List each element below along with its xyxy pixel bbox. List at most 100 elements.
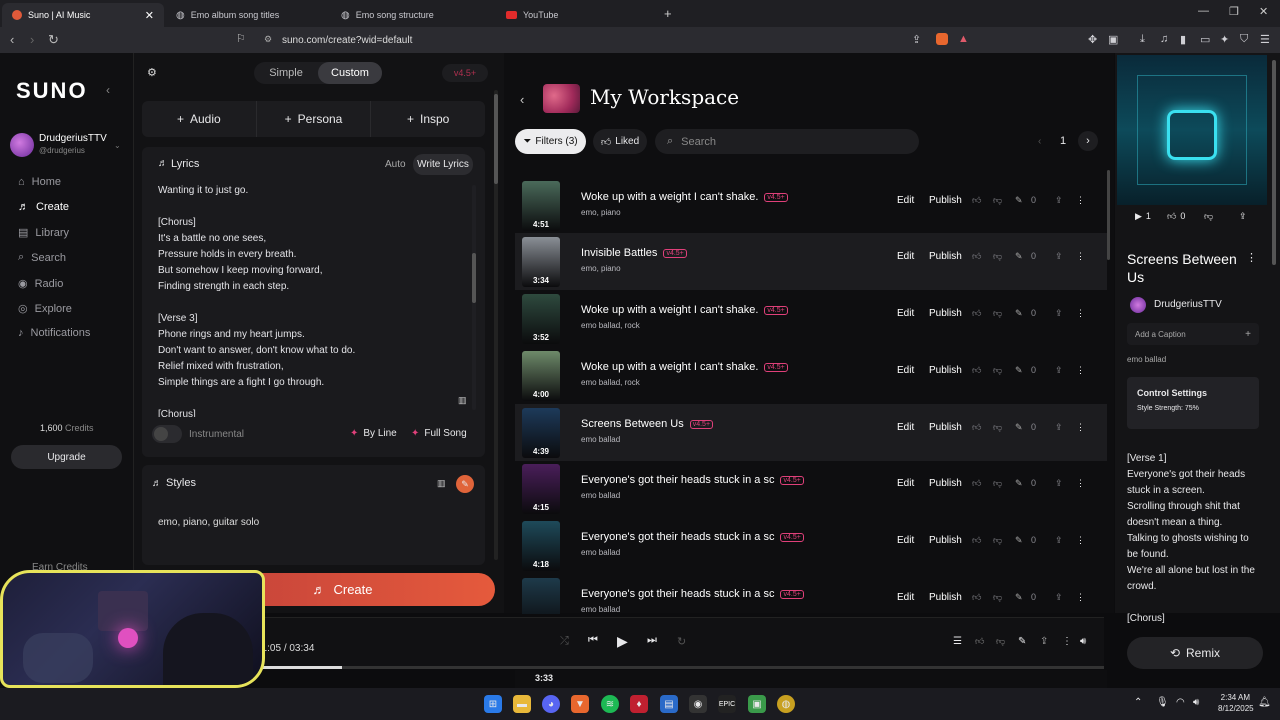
song-detail-tags[interactable]: emo ballad [1127, 355, 1166, 364]
scrollbar-thumb[interactable] [472, 253, 476, 303]
song-tags[interactable]: emo, piano [581, 264, 621, 273]
tray-expand-icon[interactable]: ⌃ [1134, 697, 1142, 708]
song-title[interactable]: Invisible Battles v4.5+ [581, 247, 687, 259]
url-field[interactable]: ⚙ suno.com/create?wid=default [256, 30, 976, 50]
upgrade-button[interactable]: Upgrade [11, 445, 122, 469]
nav-search[interactable]: ⌕ Search [18, 251, 66, 264]
song-tags[interactable]: emo ballad [581, 605, 620, 614]
thumbs-down-icon[interactable]: 👎︎ [996, 636, 1005, 647]
suno-logo[interactable]: SUNO [16, 78, 88, 104]
download-icon[interactable]: ⤓ [1140, 33, 1145, 46]
menu-icon[interactable]: ☰ [1260, 33, 1270, 46]
edit-button[interactable]: Edit [897, 365, 914, 376]
queue-icon[interactable]: ☰ [953, 636, 962, 647]
filters-button[interactable]: ⏷ Filters (3) [515, 129, 586, 154]
artist-name[interactable]: DrudgeriusTTV [1154, 299, 1222, 310]
nav-radio[interactable]: ◉ Radio [18, 277, 63, 291]
song-row[interactable]: 4:18 Everyone's got their heads stuck in … [515, 517, 1107, 574]
minimize-icon[interactable]: — [1198, 5, 1209, 17]
share-icon[interactable]: ⇪ [1055, 478, 1063, 489]
thumbs-down-icon[interactable]: 👎︎ [993, 308, 1002, 319]
next-page-icon[interactable]: › [1078, 131, 1098, 151]
collapse-sidebar-icon[interactable]: ‹ [106, 83, 110, 97]
discord-icon[interactable]: ◕ [542, 695, 560, 713]
prev-page-icon[interactable]: ‹ [1038, 136, 1041, 147]
mode-custom-button[interactable]: Custom [318, 62, 382, 84]
publish-button[interactable]: Publish [929, 308, 962, 319]
share-icon[interactable]: ⇪ [1055, 365, 1063, 376]
brave-icon[interactable]: ▼ [571, 695, 589, 713]
artist-avatar[interactable] [1130, 297, 1146, 313]
obs-icon[interactable]: ◉ [689, 695, 707, 713]
comment-icon[interactable]: ✎ [1015, 535, 1023, 546]
song-row[interactable]: 3:52 Woke up with a weight I can't shake.… [515, 290, 1107, 347]
forward-icon[interactable]: › [30, 32, 34, 47]
rewards-icon[interactable]: ▲ [958, 33, 969, 45]
volume-icon[interactable]: 🔊︎ [1080, 636, 1086, 647]
thumbs-down-icon[interactable]: 👎︎ [993, 535, 1002, 546]
leo-icon[interactable]: ✦ [1220, 33, 1229, 46]
share-icon[interactable]: ⇪ [1055, 195, 1063, 206]
tab-emo-structure[interactable]: ◍ Emo song structure [331, 3, 496, 27]
publish-button[interactable]: Publish [929, 251, 962, 262]
thumbs-down-icon[interactable]: 👎︎ [993, 592, 1002, 603]
nav-library[interactable]: ▤ Library [18, 226, 69, 240]
comment-icon[interactable]: ✎ [1015, 308, 1023, 319]
search-field[interactable]: ⌕ Search [655, 129, 919, 154]
play-icon[interactable]: ▶ [617, 633, 628, 650]
microphone-icon[interactable]: 🎙︎ [1156, 697, 1169, 708]
close-tab-icon[interactable]: ✕ [145, 9, 154, 22]
create-panel-scrollbar[interactable] [494, 90, 498, 560]
share-icon[interactable]: ⇪ [1040, 636, 1048, 647]
comment-icon[interactable]: ✎ [1015, 592, 1023, 603]
screenshot-icon[interactable]: ▣ [1108, 33, 1118, 46]
reload-icon[interactable]: ↻ [48, 32, 59, 48]
thumbs-up-icon[interactable]: 👍︎ [972, 535, 981, 546]
site-info-icon[interactable]: ⚙ [264, 34, 272, 45]
taskbar-clock[interactable]: 2:34 AM 8/12/2025 [1218, 693, 1254, 713]
thumbs-up-icon[interactable]: 👍︎ [972, 365, 981, 376]
thumbs-down-icon[interactable]: 👎︎ [993, 251, 1002, 262]
song-tags[interactable]: emo, piano [581, 208, 621, 217]
more-options-icon[interactable]: ⋮ [1076, 592, 1085, 603]
thumbs-up-icon[interactable]: 👍︎ [972, 308, 981, 319]
music-icon[interactable]: ♫ [1160, 33, 1168, 45]
model-version-select[interactable]: v4.5+ [442, 64, 488, 82]
publish-button[interactable]: Publish [929, 535, 962, 546]
share-icon[interactable]: ⇪ [1055, 422, 1063, 433]
more-options-icon[interactable]: ⋮ [1076, 365, 1085, 376]
song-tags[interactable]: emo ballad, rock [581, 321, 640, 330]
comment-icon[interactable]: ✎ [1015, 251, 1023, 262]
shuffle-icon[interactable]: ⤮ [560, 635, 569, 648]
next-track-icon[interactable]: ⏭ [647, 634, 657, 647]
song-title[interactable]: Everyone's got their heads stuck in a sc… [581, 588, 804, 600]
app-icon[interactable]: ♦ [630, 695, 648, 713]
sidebar-icon[interactable]: ▮ [1180, 33, 1186, 46]
add-persona-button[interactable]: + Persona [257, 101, 372, 137]
lyrics-textarea[interactable]: Wanting it to just go. [Chorus] It's a b… [158, 183, 463, 417]
song-list-scrollbar[interactable] [1107, 170, 1110, 260]
thumbs-up-icon[interactable]: 👍︎ [972, 478, 981, 489]
song-row[interactable]: Everyone's got their heads stuck in a sc… [515, 574, 1107, 614]
thumbs-up-icon[interactable]: 👍︎ [975, 636, 984, 647]
magic-wand-icon[interactable]: ✎ [456, 475, 474, 493]
share-icon[interactable]: ⇪ [1055, 251, 1063, 262]
add-audio-button[interactable]: + Audio [142, 101, 257, 137]
share-icon[interactable]: ⇪ [1055, 535, 1063, 546]
more-options-icon[interactable]: ⋮ [1076, 535, 1085, 546]
scrollbar-thumb[interactable] [494, 94, 498, 184]
lyrics-scrollbar[interactable] [472, 185, 476, 410]
back-icon[interactable]: ‹ [10, 32, 14, 47]
comment-icon[interactable]: ✎ [1015, 422, 1023, 433]
edit-button[interactable]: Edit [897, 422, 914, 433]
song-row[interactable]: 4:15 Everyone's got their heads stuck in … [515, 460, 1107, 517]
thumbs-down-icon[interactable]: 👎︎ [993, 422, 1002, 433]
more-options-icon[interactable]: ⋮ [1076, 251, 1085, 262]
thumbs-down-icon[interactable]: 👎︎ [993, 478, 1002, 489]
more-options-icon[interactable]: ⋮ [1076, 422, 1085, 433]
thumbs-up-icon[interactable]: 👍︎ [972, 592, 981, 603]
comment-icon[interactable]: ✎ [1015, 195, 1023, 206]
thumbs-up-icon[interactable]: 👍︎ [972, 251, 981, 262]
thumbs-up-icon[interactable]: 👍︎ [972, 422, 981, 433]
song-title[interactable]: Screens Between Us v4.5+ [581, 418, 714, 430]
